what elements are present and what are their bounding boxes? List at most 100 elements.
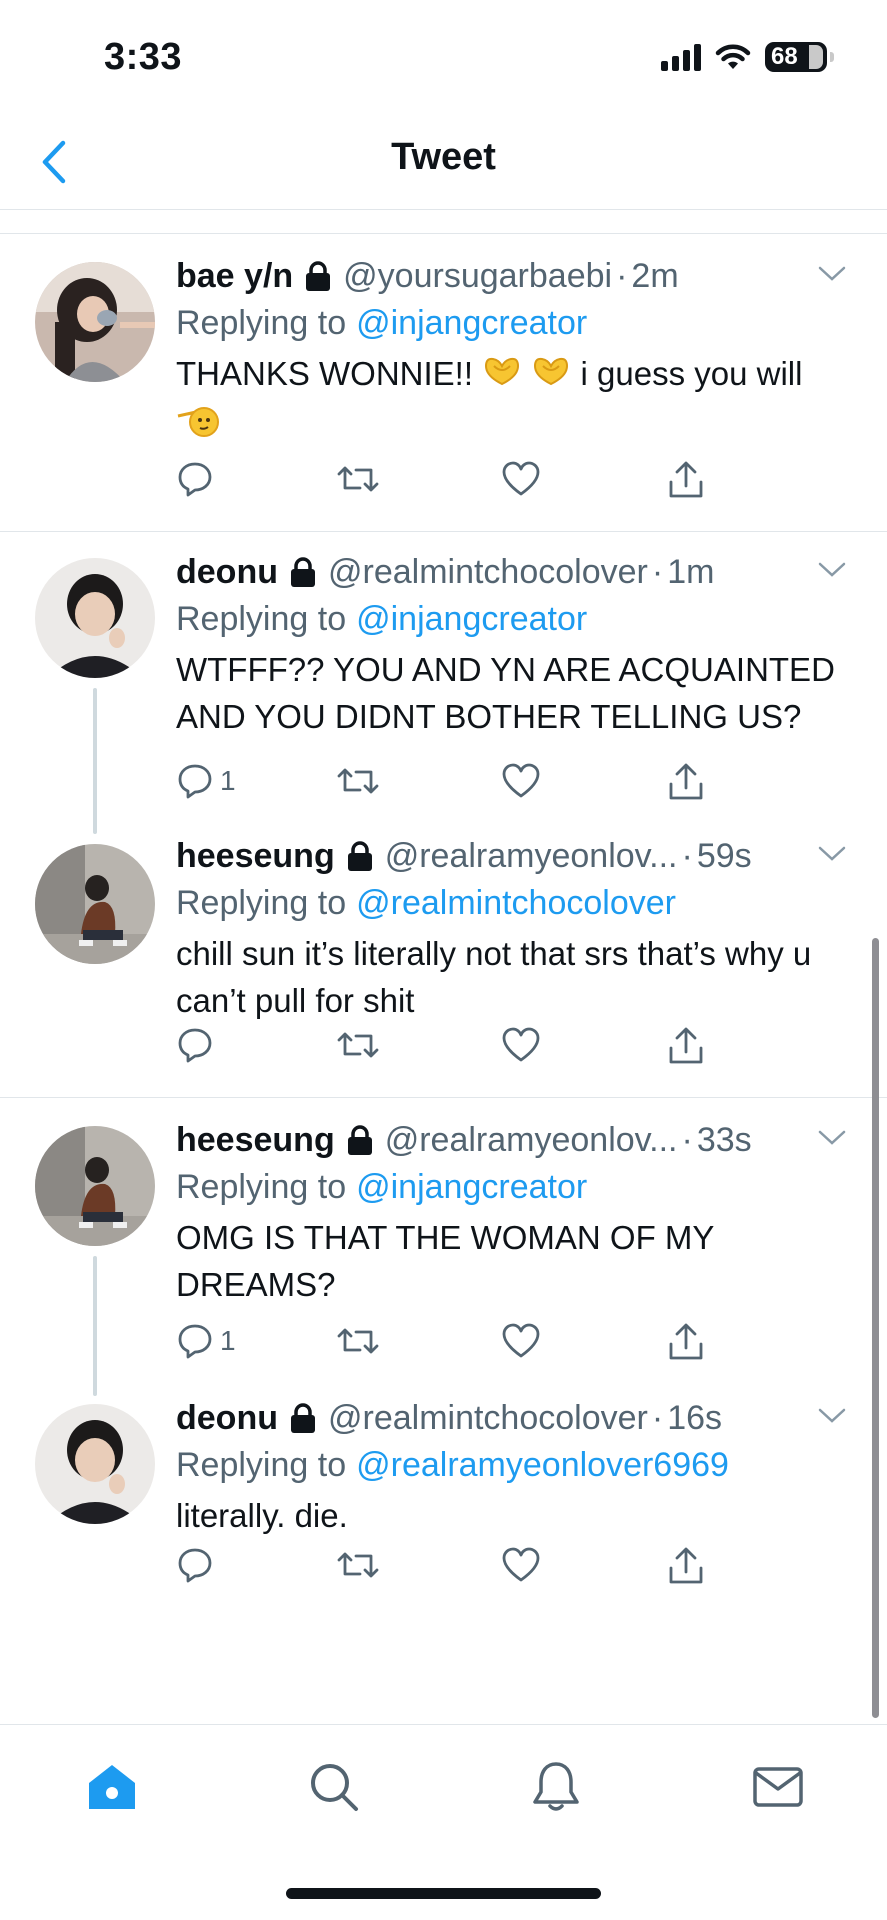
heart-icon [502, 461, 540, 496]
display-name[interactable]: deonu [176, 553, 278, 592]
retweet-icon [337, 1552, 379, 1578]
thread-line [93, 1256, 97, 1396]
tweet-text: THANKS WONNIE!! i guess you will [176, 350, 847, 452]
avatar[interactable] [35, 844, 155, 964]
reply-button[interactable] [176, 1546, 220, 1584]
share-button[interactable] [666, 1546, 706, 1586]
handle[interactable]: @realmintchocolover [328, 1399, 648, 1438]
replying-to-label: Replying to [176, 303, 347, 342]
tweet-menu-button[interactable] [817, 560, 847, 585]
reply-button[interactable] [176, 460, 220, 498]
timestamp: 16s [667, 1398, 723, 1437]
avatar[interactable] [35, 558, 155, 678]
tweet[interactable]: deonu @realmintchocolover · 16s Replying… [0, 1396, 887, 1626]
retweet-button[interactable] [336, 762, 380, 800]
mention-link[interactable]: @realramyeonlover6969 [356, 1446, 729, 1485]
tab-search[interactable] [304, 1757, 364, 1817]
reply-button[interactable] [176, 1026, 220, 1064]
separator-dot: · [651, 1398, 664, 1437]
tweet-actions [176, 1026, 736, 1076]
search-icon [311, 1764, 358, 1811]
status-time: 3:33 [104, 36, 183, 78]
scrollbar[interactable] [872, 938, 879, 1718]
handle[interactable]: @yoursugarbaebi [343, 257, 612, 296]
tweet-feed[interactable]: bae y/n @yoursugarbaebi · 2m Replying to… [0, 234, 887, 1724]
tweet-text: WTFFF?? YOU AND YN ARE ACQUAINTED AND YO… [176, 651, 835, 735]
share-button[interactable] [666, 1026, 706, 1066]
battery-icon: 68 [765, 42, 834, 72]
tab-notifications[interactable] [526, 1757, 586, 1817]
mention-link[interactable]: @injangcreator [356, 600, 587, 639]
heart-icon [502, 763, 540, 798]
share-button[interactable] [666, 1322, 706, 1362]
display-name[interactable]: deonu [176, 1399, 278, 1438]
like-button[interactable] [501, 1322, 541, 1360]
display-name[interactable]: heeseung [176, 1121, 335, 1160]
mention-link[interactable]: @realmintchocolover [356, 884, 676, 923]
replying-to-label: Replying to [176, 599, 347, 638]
separator-dot: · [616, 256, 628, 295]
separator-dot: · [681, 836, 693, 875]
like-button[interactable] [501, 762, 541, 800]
heart-icon [502, 1323, 540, 1358]
share-icon [669, 1323, 703, 1360]
replying-to-label: Replying to [176, 1167, 347, 1206]
tweet[interactable]: deonu @realmintchocolover · 1m Replying … [0, 532, 887, 834]
reply-button[interactable]: 1 [176, 1322, 236, 1360]
tweet-text: OMG IS THAT THE WOMAN OF MY DREAMS? [176, 1219, 714, 1303]
retweet-icon [337, 768, 379, 794]
retweet-button[interactable] [336, 1026, 380, 1064]
avatar[interactable] [35, 1126, 155, 1246]
replying-to-label: Replying to [176, 883, 347, 922]
mention-link[interactable]: @injangcreator [356, 304, 587, 343]
share-button[interactable] [666, 762, 706, 802]
heart-icon [502, 1547, 540, 1582]
tab-messages[interactable] [748, 1757, 808, 1817]
retweet-button[interactable] [336, 460, 380, 498]
tweet-actions [176, 460, 736, 510]
battery-level: 68 [771, 43, 798, 70]
retweet-button[interactable] [336, 1322, 380, 1360]
display-name[interactable]: bae y/n [176, 257, 293, 296]
tweet[interactable]: heeseung @realramyeonlov... · 33s Replyi… [0, 1098, 887, 1396]
reply-count: 1 [220, 765, 236, 796]
tweet-text: literally. die. [176, 1497, 348, 1534]
tweet-menu-button[interactable] [817, 1406, 847, 1431]
share-button[interactable] [666, 460, 706, 500]
nav-header: Tweet [0, 110, 887, 210]
like-button[interactable] [501, 1026, 541, 1064]
mention-link[interactable]: @injangcreator [356, 1168, 587, 1207]
mail-icon [753, 1767, 803, 1807]
page-title: Tweet [391, 136, 496, 178]
bell-icon [533, 1762, 579, 1811]
tweet-text: chill sun it’s literally not that srs th… [176, 935, 812, 1019]
avatar[interactable] [35, 262, 155, 382]
avatar[interactable] [35, 1404, 155, 1524]
handle[interactable]: @realramyeonlov... [385, 837, 678, 876]
separator-dot: · [651, 552, 664, 591]
reply-button[interactable]: 1 [176, 762, 236, 800]
replying-to: Replying to @injangcreator [176, 300, 847, 346]
share-icon [669, 763, 703, 800]
retweet-icon [337, 1328, 379, 1354]
tweet[interactable]: bae y/n @yoursugarbaebi · 2m Replying to… [0, 234, 887, 532]
tab-home[interactable] [82, 1757, 142, 1817]
tweet[interactable]: heeseung @realramyeonlov... · 59s Replyi… [0, 834, 887, 1098]
tweet-menu-button[interactable] [817, 264, 847, 289]
heart-hands-emoji-icon [531, 353, 571, 400]
retweet-button[interactable] [336, 1546, 380, 1584]
reply-count: 1 [220, 1325, 236, 1356]
handle[interactable]: @realmintchocolover [328, 553, 648, 592]
display-name[interactable]: heeseung [176, 837, 335, 876]
lock-icon [303, 260, 333, 292]
wifi-icon [715, 44, 751, 69]
retweet-icon [337, 466, 379, 492]
tweet-menu-button[interactable] [817, 844, 847, 869]
thread-line [93, 688, 97, 834]
tweet-menu-button[interactable] [817, 1128, 847, 1153]
handle[interactable]: @realramyeonlov... [385, 1121, 678, 1160]
replying-to: Replying to @realramyeonlover6969 [176, 1442, 847, 1488]
like-button[interactable] [501, 460, 541, 498]
share-icon [669, 461, 703, 498]
like-button[interactable] [501, 1546, 541, 1584]
